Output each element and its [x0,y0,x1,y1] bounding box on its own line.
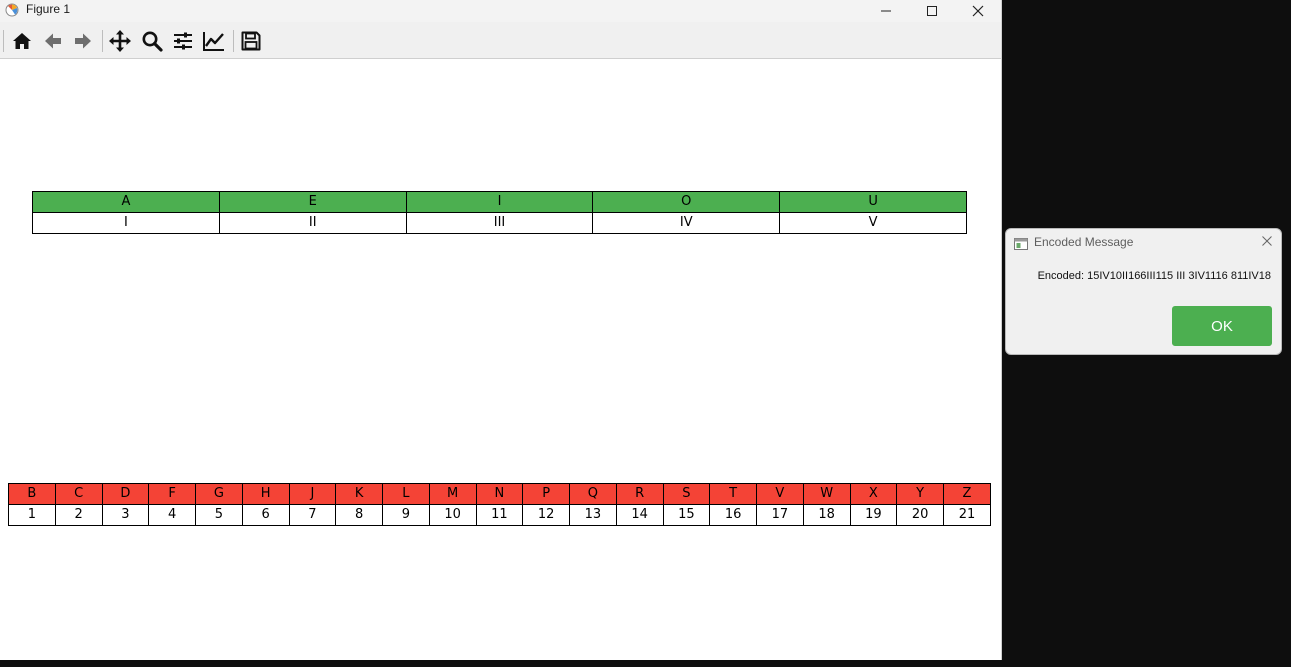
dialog-close-button[interactable] [1259,233,1275,249]
save-icon [241,31,261,51]
back-button[interactable] [40,28,66,54]
minimize-button[interactable] [863,0,909,22]
consonant-header-cell: L [382,483,430,505]
consonant-header-cell: P [522,483,570,505]
pan-icon [109,30,131,52]
consonant-value-cell: 3 [101,504,150,526]
vowel-table: AEIOU I II III IV V [32,191,967,234]
consonant-value-cell: 10 [428,504,477,526]
consonant-value-cell: 14 [615,504,664,526]
consonant-header-cell: X [849,483,898,505]
configure-subplots-button[interactable] [170,28,196,54]
pan-button[interactable] [107,28,133,54]
vowel-value-cell: IV [592,212,781,234]
consonant-value-cell: 16 [709,504,757,526]
consonant-header-cell: Q [569,483,617,505]
consonant-header-cell: W [802,483,851,505]
toolbar-separator [3,30,4,52]
consonant-value-cell: 21 [943,504,991,526]
maximize-button[interactable] [909,0,955,22]
consonant-value-cell: 12 [522,504,570,526]
consonant-value-cell: 5 [195,504,243,526]
vowel-value-cell: V [779,212,967,234]
consonant-value-cell: 4 [148,504,196,526]
consonant-value-cell: 20 [896,504,944,526]
vowel-value-cell: III [405,212,594,234]
vowel-value-row: I II III IV V [32,212,967,234]
ok-button[interactable]: OK [1172,306,1272,346]
edit-axis-icon [203,32,224,51]
vowel-header-cell: E [218,191,407,213]
consonant-value-cell: 1 [8,504,56,526]
consonant-table: BCDFGHJKLMNPQRSTVWXYZ 1 2 3 4 5 6 7 8 9 10 11 12 13 1… [8,483,991,526]
consonant-header-cell: M [428,483,477,505]
close-icon [1262,236,1272,246]
edit-axis-button[interactable] [201,28,227,54]
home-icon [13,33,31,49]
consonant-header-cell: Z [943,483,991,505]
consonant-header-cell: D [101,483,150,505]
consonant-value-cell: 18 [802,504,851,526]
vowel-value-cell: I [32,212,220,234]
close-icon [972,5,984,17]
consonant-value-cell: 17 [756,504,804,526]
figure-canvas[interactable]: AEIOU I II III IV V BCDFGHJKLMNPQRSTVWXYZ 12… [0,59,1001,660]
back-arrow-icon [45,33,61,49]
consonant-value-cell: 8 [335,504,383,526]
minimize-icon [881,10,891,12]
forward-button[interactable] [70,28,96,54]
consonant-header-cell: K [335,483,383,505]
navigation-toolbar [0,22,1001,59]
consonant-header-cell: V [756,483,804,505]
consonant-header-cell: N [475,483,524,505]
subplots-icon [174,32,192,50]
window-title: Figure 1 [26,2,71,16]
vowel-header-cell: U [779,191,967,213]
consonant-value-row: 1 2 3 4 5 6 7 8 9 10 11 12 13 14 15 16 17 18 19 20 21 [8,504,991,526]
consonant-header-cell: H [241,483,290,505]
title-bar[interactable]: Figure 1 [0,0,1001,22]
encoded-message-dialog: Encoded Message Encoded: 15IV10II166III1… [1005,228,1282,355]
consonant-header-cell: B [8,483,56,505]
consonant-value-cell: 13 [569,504,617,526]
consonant-value-cell: 9 [382,504,430,526]
vowel-header-cell: I [405,191,594,213]
vowel-header-row: AEIOU [32,191,967,213]
consonant-header-cell: S [662,483,711,505]
consonant-header-cell: J [288,483,337,505]
figure-window: Figure 1 A E I O U I II III IV V B C D F… [0,0,1002,660]
home-button[interactable] [9,28,35,54]
zoom-icon [142,31,163,52]
zoom-button[interactable] [139,28,165,54]
consonant-header-cell: Y [896,483,944,505]
close-button[interactable] [955,0,1001,22]
consonant-value-cell: 19 [849,504,898,526]
vowel-header-cell: O [592,191,781,213]
vowel-value-cell: II [218,212,407,234]
toolbar-separator [102,30,103,52]
consonant-header-cell: C [54,483,103,505]
consonant-value-cell: 2 [54,504,103,526]
consonant-header-cell: G [195,483,243,505]
dialog-title: Encoded Message [1034,235,1134,249]
consonant-value-cell: 6 [241,504,290,526]
forward-arrow-icon [75,33,91,49]
consonant-header-cell: R [615,483,664,505]
consonant-header-cell: T [709,483,757,505]
toolbar-separator [233,30,234,52]
dialog-message: Encoded: 15IV10II166III115 III 3IV1116 8… [1037,270,1271,282]
consonant-value-cell: 11 [475,504,524,526]
dialog-window-icon [1014,235,1028,250]
vowel-header-cell: A [32,191,220,213]
matplotlib-app-icon [5,2,19,17]
consonant-value-cell: 15 [662,504,711,526]
consonant-header-cell: F [148,483,196,505]
save-button[interactable] [238,28,264,54]
maximize-icon [927,6,937,16]
consonant-value-cell: 7 [288,504,337,526]
consonant-header-row: BCDFGHJKLMNPQRSTVWXYZ [8,483,991,505]
